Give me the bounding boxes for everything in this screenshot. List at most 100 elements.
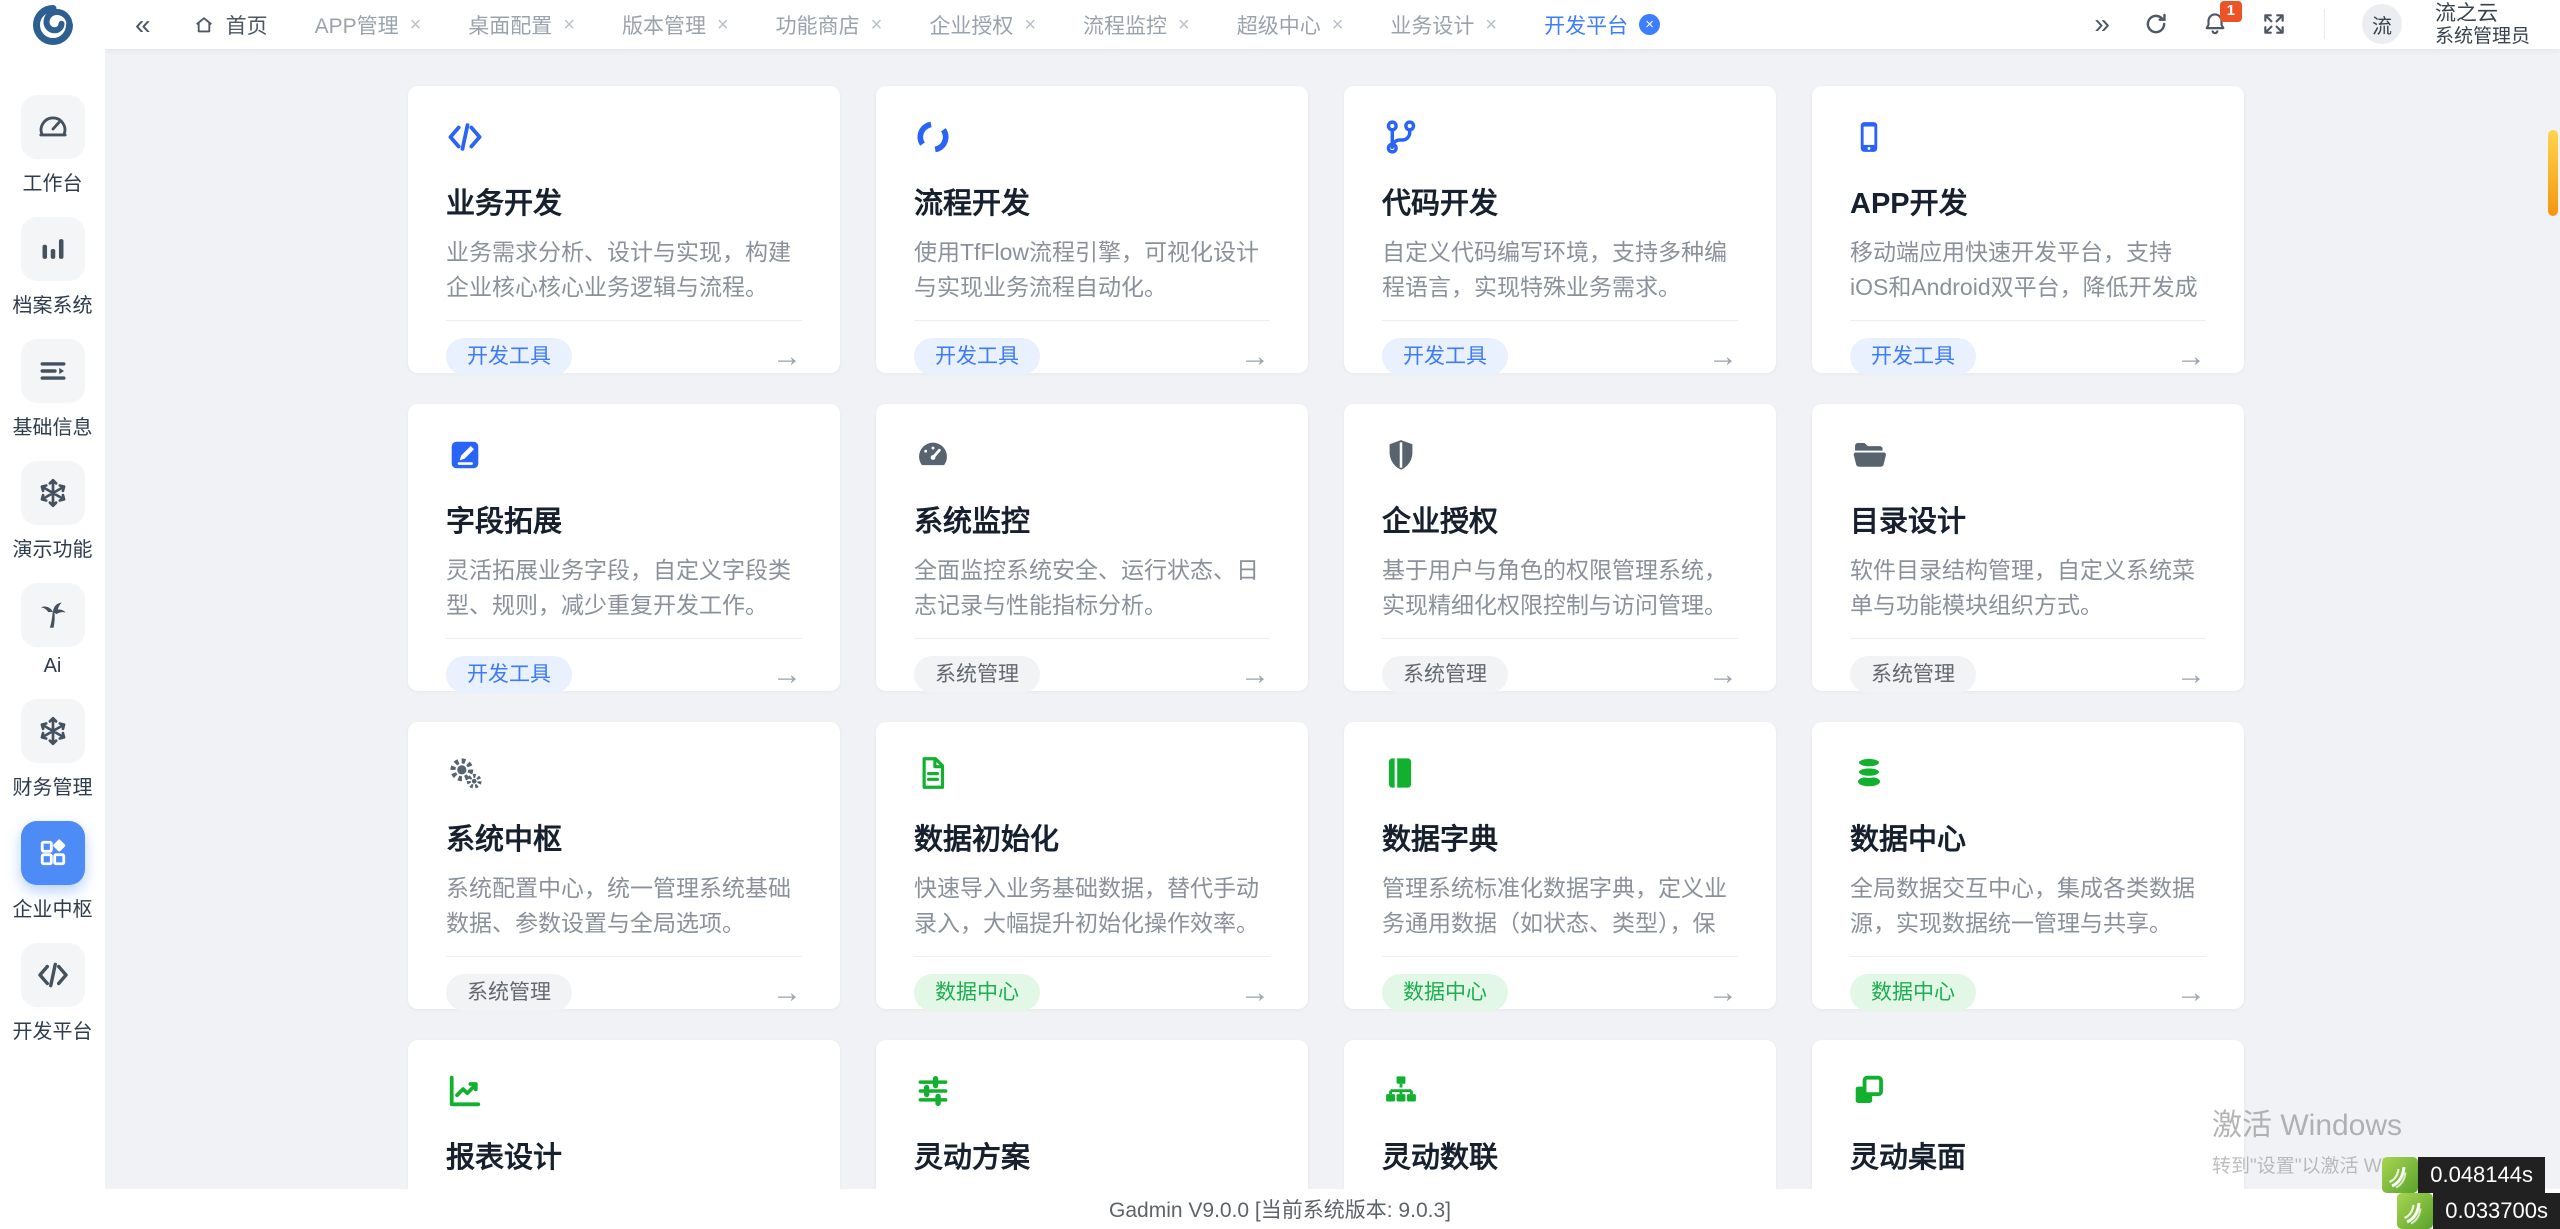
- category-tag: 系统管理: [914, 656, 1040, 693]
- card-description: 灵活拓展业务字段，自定义字段类型、规则，减少重复开发工作。: [446, 557, 791, 618]
- close-tab-icon[interactable]: ×: [1024, 15, 1036, 35]
- feature-card-企业授权[interactable]: 企业授权 基于用户与角色的权限管理系统，实现精细化权限控制与访问管理。 系统管理 →: [1344, 404, 1776, 693]
- close-tab-icon[interactable]: ×: [871, 15, 883, 35]
- snowflake-icon: [20, 461, 85, 525]
- tab-开发平台[interactable]: 开发平台 ×: [1544, 10, 1661, 40]
- tab-label: 业务设计: [1390, 14, 1475, 38]
- card-description: 全局数据交互中心，集成各类数据源，实现数据统一管理与共享。: [1850, 875, 2195, 936]
- fullscreen-button[interactable]: [2261, 11, 2287, 37]
- category-tag: 开发工具: [446, 656, 572, 693]
- feature-card-数据初始化[interactable]: 数据初始化 快速导入业务基础数据，替代手动录入，大幅提升初始化操作效率。 数据中心 →: [876, 722, 1308, 1011]
- user-info[interactable]: 流之云 系统管理员: [2435, 2, 2530, 48]
- arrow-right-icon[interactable]: →: [1240, 340, 1270, 374]
- sidebar-item-基础信息[interactable]: 基础信息: [13, 339, 93, 440]
- category-tag: 数据中心: [914, 974, 1040, 1011]
- card-title: 系统中枢: [446, 824, 563, 856]
- sidebar-item-Ai[interactable]: Ai: [20, 583, 85, 678]
- grid-icon: [20, 821, 85, 885]
- sidebar-item-财务管理[interactable]: 财务管理: [13, 699, 93, 800]
- arrow-right-icon[interactable]: →: [772, 658, 802, 692]
- clone-icon: [1850, 1072, 2206, 1114]
- feature-card-灵动数联[interactable]: 灵动数联系统业务关系可视化工具，绘制数据关联图，直→: [1344, 1040, 1776, 1189]
- divider: [1382, 638, 1738, 639]
- feature-card-灵动方案[interactable]: 灵动方案表单权限动态配置工具，支持多角色视图配置，→: [876, 1040, 1308, 1189]
- tab-超级中心[interactable]: 超级中心 ×: [1237, 10, 1344, 40]
- tab-label: 超级中心: [1236, 14, 1321, 38]
- arrow-right-icon[interactable]: →: [1240, 658, 1270, 692]
- avatar[interactable]: 流: [2361, 4, 2402, 45]
- tab-版本管理[interactable]: 版本管理 ×: [622, 10, 729, 40]
- category-tag: 系统管理: [1850, 656, 1976, 693]
- card-title: 灵动数联: [1382, 1142, 1499, 1174]
- perf-time: 0.048144s: [2418, 1157, 2545, 1193]
- code-icon: [446, 118, 802, 160]
- close-tab-icon[interactable]: ×: [717, 15, 729, 35]
- arrow-right-icon[interactable]: →: [2176, 976, 2206, 1010]
- feature-card-流程开发[interactable]: 流程开发 使用TfFlow流程引擎，可视化设计与实现业务流程自动化。 开发工具 →: [876, 86, 1308, 375]
- sidebar: 工作台档案系统基础信息演示功能 Ai 财务管理企业中枢开发平台: [0, 49, 105, 1229]
- arrow-right-icon[interactable]: →: [2176, 340, 2206, 374]
- feature-card-报表设计[interactable]: 报表设计可视化报表开发工具，支持自定义报表模板，快→: [408, 1040, 840, 1189]
- sidebar-item-演示功能[interactable]: 演示功能: [13, 461, 93, 562]
- close-tab-icon[interactable]: ×: [410, 15, 422, 35]
- tab-APP管理[interactable]: APP管理 ×: [315, 10, 422, 40]
- close-tab-icon[interactable]: ×: [1332, 15, 1344, 35]
- feature-card-系统监控[interactable]: 系统监控 全面监控系统安全、运行状态、日志记录与性能指标分析。 系统管理 →: [876, 404, 1308, 693]
- arrow-right-icon[interactable]: →: [2176, 658, 2206, 692]
- divider: [446, 320, 802, 321]
- close-tab-icon[interactable]: ×: [1485, 15, 1497, 35]
- feature-card-目录设计[interactable]: 目录设计 软件目录结构管理，自定义系统菜单与功能模块组织方式。 系统管理 →: [1812, 404, 2244, 693]
- app-root: { "topbar": { "collapse_icon": "«", "exp…: [0, 0, 2560, 1229]
- sidebar-item-开发平台[interactable]: 开发平台: [13, 943, 93, 1044]
- arrow-right-icon[interactable]: →: [772, 340, 802, 374]
- dashboard-icon: [20, 95, 85, 159]
- close-tab-icon[interactable]: ×: [1639, 14, 1661, 35]
- arrow-right-icon[interactable]: →: [1708, 340, 1738, 374]
- app-logo[interactable]: [0, 0, 105, 49]
- arrow-right-icon[interactable]: →: [772, 976, 802, 1010]
- feature-card-数据字典[interactable]: 数据字典管理系统标准化数据字典，定义业务通用数据（如状态、类型），保障数据一致性…: [1344, 722, 1776, 1011]
- card-description: 全面监控系统安全、运行状态、日志记录与性能指标分析。: [914, 557, 1259, 618]
- feature-card-灵动桌面[interactable]: 灵动桌面自定义数据仪表盘，随心布局关键指标，一屏掌→: [1812, 1040, 2244, 1189]
- expand-tabs-icon[interactable]: »: [2094, 10, 2110, 38]
- divider: [914, 320, 1270, 321]
- sidebar-item-企业中枢[interactable]: 企业中枢: [13, 821, 93, 922]
- scrollbar-thumb[interactable]: [2548, 130, 2558, 216]
- tab-桌面配置[interactable]: 桌面配置 ×: [468, 10, 575, 40]
- list-icon: [20, 339, 85, 403]
- card-title: 灵动方案: [914, 1142, 1031, 1174]
- tab-流程监控[interactable]: 流程监控 ×: [1083, 10, 1190, 40]
- feature-card-系统中枢[interactable]: 系统中枢 系统配置中心，统一管理系统基础数据、参数设置与全局选项。 系统管理 →: [408, 722, 840, 1011]
- feature-card-数据中心[interactable]: 数据中心 全局数据交互中心，集成各类数据源，实现数据统一管理与共享。 数据中心 →: [1812, 722, 2244, 1011]
- arrow-right-icon[interactable]: →: [1708, 658, 1738, 692]
- divider: [1850, 956, 2206, 957]
- close-tab-icon[interactable]: ×: [563, 15, 575, 35]
- tab-label: 功能商店: [775, 14, 860, 38]
- close-tab-icon[interactable]: ×: [1178, 15, 1190, 35]
- arrow-right-icon[interactable]: →: [1240, 976, 1270, 1010]
- arrow-right-icon[interactable]: →: [1708, 976, 1738, 1010]
- tab-label: 开发平台: [1544, 14, 1629, 38]
- tab-业务设计[interactable]: 业务设计 ×: [1390, 10, 1497, 40]
- tab-企业授权[interactable]: 企业授权 ×: [929, 10, 1036, 40]
- card-description: 基于用户与角色的权限管理系统，实现精细化权限控制与访问管理。: [1382, 557, 1727, 618]
- divider: [446, 956, 802, 957]
- card-title: 字段拓展: [446, 506, 563, 538]
- feature-card-代码开发[interactable]: 代码开发 自定义代码编写环境，支持多种编程语言，实现特殊业务需求。 开发工具 →: [1344, 86, 1776, 375]
- card-title: 业务开发: [446, 188, 563, 220]
- refresh-icon: [2146, 14, 2166, 34]
- sidebar-item-工作台[interactable]: 工作台: [20, 95, 85, 196]
- tab-功能商店[interactable]: 功能商店 ×: [776, 10, 883, 40]
- divider: [914, 638, 1270, 639]
- notification-button[interactable]: 1: [2202, 1, 2242, 37]
- card-description: 使用TfFlow流程引擎，可视化设计与实现业务流程自动化。: [914, 239, 1259, 300]
- card-title: 企业授权: [1382, 506, 1499, 538]
- feature-card-APP开发[interactable]: APP开发移动端应用快速开发平台，支持iOS和Android双平台，降低开发成本…: [1812, 86, 2244, 375]
- collapse-tabs-icon[interactable]: «: [135, 10, 151, 39]
- card-description: 系统配置中心，统一管理系统基础数据、参数设置与全局选项。: [446, 875, 791, 936]
- tab-首页[interactable]: 首页: [193, 10, 268, 40]
- feature-card-业务开发[interactable]: 业务开发 业务需求分析、设计与实现，构建企业核心核心业务逻辑与流程。 开发工具 →: [408, 86, 840, 375]
- feature-card-字段拓展[interactable]: 字段拓展灵活拓展业务字段，自定义字段类型、规则，减少重复开发工作。开发工具 →: [408, 404, 840, 693]
- refresh-button[interactable]: [2143, 11, 2169, 37]
- sidebar-item-档案系统[interactable]: 档案系统: [13, 217, 93, 318]
